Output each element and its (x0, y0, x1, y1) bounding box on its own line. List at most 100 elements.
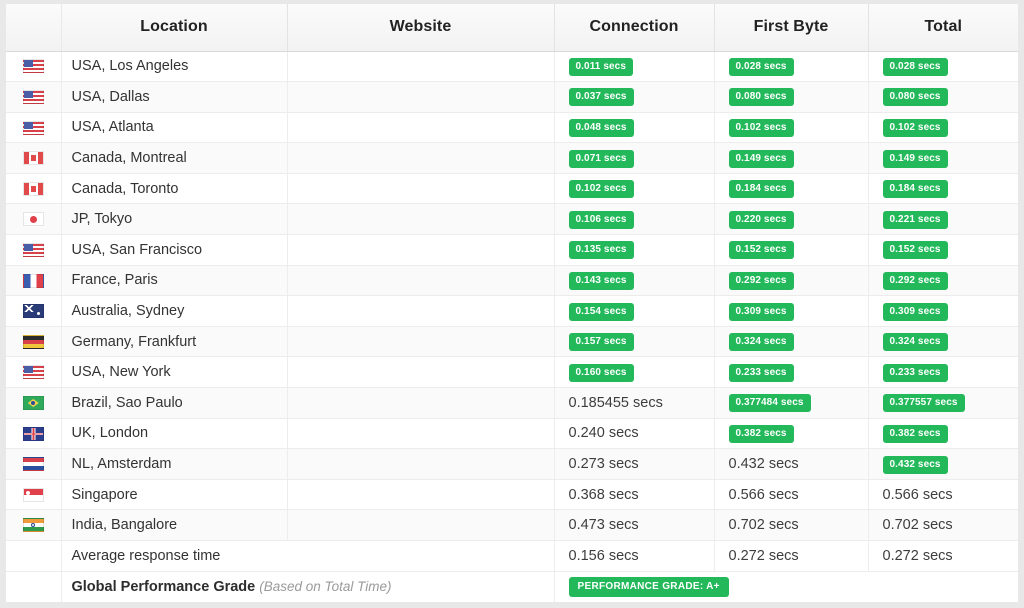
cell-website (287, 265, 555, 297)
cell-flag (6, 356, 62, 389)
table-row[interactable]: USA, San Francisco 0.135 secs 0.152 secs 0.… (6, 234, 1018, 266)
table-row[interactable]: Canada, Toronto 0.102 secs 0.184 secs 0.184… (6, 173, 1018, 205)
total-badge: 0.152 secs (882, 241, 948, 260)
total-badge: 0.292 secs (882, 271, 948, 290)
table-row[interactable]: USA, Los Angeles 0.011 secs 0.028 secs 0.02… (6, 51, 1018, 83)
column-header-flag[interactable] (6, 4, 62, 52)
cell-website (287, 479, 555, 511)
table-row[interactable]: France, Paris 0.143 secs 0.292 secs 0.292 s… (6, 265, 1018, 297)
table-row[interactable]: USA, New York 0.160 secs 0.233 secs 0.233 s… (6, 356, 1018, 389)
cell-connection: 0.157 secs (554, 326, 715, 358)
cell-flag (6, 295, 62, 327)
cell-website (287, 203, 555, 236)
first_byte-badge: 0.382 secs (728, 424, 794, 443)
total-badge: 0.028 secs (882, 57, 948, 76)
cell-website (287, 326, 555, 358)
table-row[interactable]: Australia, Sydney 0.154 secs 0.309 secs 0.3… (6, 295, 1018, 327)
country-flag-us-icon (22, 365, 44, 380)
cell-flag (6, 448, 62, 480)
cell-connection: 0.240 secs (554, 418, 715, 450)
cell-connection: 0.102 secs (554, 173, 715, 205)
table-row[interactable]: Germany, Frankfurt 0.157 secs 0.324 secs 0.… (6, 326, 1018, 358)
table-row[interactable]: NL, Amsterdam 0.273 secs 0.432 secs 0.432 s… (6, 448, 1018, 480)
average-connection-value: 0.156 secs (554, 540, 715, 572)
country-flag-us-icon (22, 59, 44, 74)
table-row[interactable]: Brazil, Sao Paulo 0.185455 secs 0.377484 s… (6, 387, 1018, 419)
cell-total: 0.028 secs (868, 51, 1018, 83)
cell-flag (6, 81, 62, 113)
country-flag-au-icon (22, 304, 44, 319)
table-row[interactable]: JP, Tokyo 0.106 secs 0.220 secs 0.221 secs (6, 203, 1018, 236)
cell-total: 0.292 secs (868, 265, 1018, 297)
cell-website (287, 112, 555, 144)
cell-first_byte: 0.233 secs (714, 356, 869, 389)
table-row[interactable]: Canada, Montreal 0.071 secs 0.149 secs 0.14… (6, 142, 1018, 174)
cell-flag (6, 203, 62, 236)
column-header-connection[interactable]: Connection (554, 4, 715, 52)
cell-total: 0.080 secs (868, 81, 1018, 113)
cell-location: USA, New York (61, 356, 288, 389)
cell-connection: 0.011 secs (554, 51, 715, 83)
cell-first_byte: 0.432 secs (714, 448, 869, 480)
cell-location: Germany, Frankfurt (61, 326, 288, 358)
cell-connection: 0.273 secs (554, 448, 715, 480)
cell-website (287, 173, 555, 205)
cell-first_byte: 0.566 secs (714, 479, 869, 511)
cell-total: 0.184 secs (868, 173, 1018, 205)
cell-location: Brazil, Sao Paulo (61, 387, 288, 419)
table-row[interactable]: USA, Dallas 0.037 secs 0.080 secs 0.080 sec… (6, 81, 1018, 113)
country-flag-de-icon (22, 334, 44, 349)
table-row[interactable]: India, Bangalore 0.473 secs 0.702 secs 0.70… (6, 509, 1018, 541)
cell-location: France, Paris (61, 265, 288, 297)
global-grade-badge-cell: PERFORMANCE GRADE: A+ (554, 571, 1018, 602)
total-badge: 0.324 secs (882, 333, 948, 352)
cell-flag (6, 479, 62, 511)
connection-badge: 0.157 secs (568, 333, 634, 352)
connection-badge: 0.011 secs (568, 57, 633, 76)
country-flag-sg-icon (22, 487, 44, 502)
first_byte-badge: 0.220 secs (728, 210, 794, 229)
cell-total: 0.377557 secs (868, 387, 1018, 419)
cell-total: 0.149 secs (868, 142, 1018, 174)
connection-badge: 0.154 secs (568, 302, 634, 321)
first_byte-badge: 0.080 secs (728, 88, 794, 107)
cell-first_byte: 0.382 secs (714, 418, 869, 450)
cell-first_byte: 0.152 secs (714, 234, 869, 266)
cell-flag (6, 112, 62, 144)
total-badge: 0.432 secs (882, 455, 948, 474)
performance-grade-badge: PERFORMANCE GRADE: A+ (568, 576, 729, 597)
cell-website (287, 356, 555, 389)
country-flag-br-icon (22, 396, 44, 410)
column-header-website[interactable]: Website (287, 4, 555, 52)
average-response-label: Average response time (61, 540, 555, 572)
column-header-first-byte[interactable]: First Byte (714, 4, 869, 52)
cell-total: 0.309 secs (868, 295, 1018, 327)
cell-total: 0.102 secs (868, 112, 1018, 144)
cell-total: 0.382 secs (868, 418, 1018, 450)
cell-website (287, 81, 555, 113)
total-badge: 0.377557 secs (882, 394, 965, 413)
cell-website (287, 142, 555, 174)
cell-location: Canada, Toronto (61, 173, 288, 205)
cell-location: USA, Dallas (61, 81, 288, 113)
cell-location: USA, Atlanta (61, 112, 288, 144)
cell-total: 0.566 secs (868, 479, 1018, 511)
total-badge: 0.221 secs (882, 210, 948, 229)
global-performance-grade-row: Global Performance Grade (Based on Total… (6, 571, 1018, 602)
column-header-location[interactable]: Location (61, 4, 288, 52)
total-badge: 0.102 secs (882, 118, 948, 137)
table-header-row: Location Website Connection First Byte T… (6, 4, 1018, 52)
first_byte-badge: 0.184 secs (728, 180, 794, 199)
column-header-total[interactable]: Total (868, 4, 1018, 52)
cell-connection: 0.071 secs (554, 142, 715, 174)
cell-flag (6, 173, 62, 205)
cell-website (287, 234, 555, 266)
cell-location: Canada, Montreal (61, 142, 288, 174)
total-badge: 0.149 secs (882, 149, 948, 168)
cell-connection: 0.154 secs (554, 295, 715, 327)
table-row[interactable]: UK, London 0.240 secs 0.382 secs 0.382 secs (6, 418, 1018, 450)
cell-first_byte: 0.377484 secs (714, 387, 869, 419)
table-row[interactable]: USA, Atlanta 0.048 secs 0.102 secs 0.102 se… (6, 112, 1018, 144)
table-row[interactable]: Singapore 0.368 secs 0.566 secs 0.566 secs (6, 479, 1018, 511)
first_byte-badge: 0.233 secs (728, 363, 794, 382)
